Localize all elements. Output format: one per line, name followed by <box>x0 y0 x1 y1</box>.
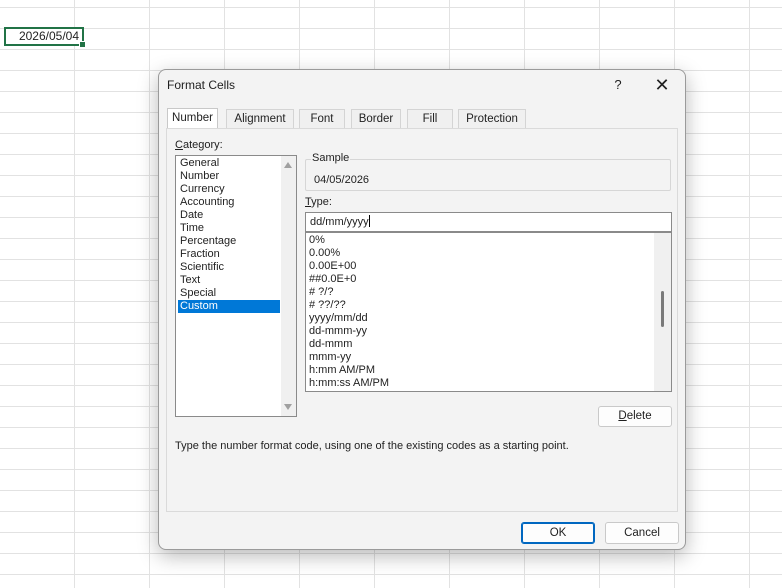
format-code-item[interactable]: ##0.0E+0 <box>309 273 356 286</box>
cancel-button[interactable]: Cancel <box>605 522 679 544</box>
category-item-date[interactable]: Date <box>178 209 280 222</box>
close-button[interactable]: ✕ <box>648 74 676 96</box>
format-code-item[interactable]: 0.00% <box>309 247 340 260</box>
category-item-number[interactable]: Number <box>178 170 280 183</box>
format-code-item[interactable]: mmm-yy <box>309 351 351 364</box>
dialog-title: Format Cells <box>167 78 236 92</box>
category-item-general[interactable]: General <box>178 157 280 170</box>
format-code-item[interactable]: h:mm:ss AM/PM <box>309 377 389 390</box>
format-cells-dialog: Format Cells ? ✕ Number Alignment Font B… <box>158 69 686 550</box>
category-item-text[interactable]: Text <box>178 274 280 287</box>
number-tab-panel: Category: General Number Currency Accoun… <box>166 128 678 512</box>
category-label: Category: <box>175 139 223 151</box>
text-caret <box>368 215 370 227</box>
format-code-item[interactable]: h:mm AM/PM <box>309 364 375 377</box>
tab-fill[interactable]: Fill <box>407 109 453 128</box>
tab-protection[interactable]: Protection <box>458 109 526 128</box>
type-input[interactable]: dd/mm/yyyy <box>305 212 672 232</box>
category-item-special[interactable]: Special <box>178 287 280 300</box>
format-code-item[interactable]: # ?/? <box>309 286 333 299</box>
ok-button[interactable]: OK <box>521 522 595 544</box>
tab-number[interactable]: Number <box>167 108 218 129</box>
tab-alignment[interactable]: Alignment <box>226 109 294 128</box>
format-code-list[interactable]: 0% 0.00% 0.00E+00 ##0.0E+0 # ?/? # ??/??… <box>305 232 672 392</box>
tab-border[interactable]: Border <box>351 109 401 128</box>
sample-label: Sample <box>311 152 351 164</box>
type-label: Type: <box>305 196 332 208</box>
category-item-percentage[interactable]: Percentage <box>178 235 280 248</box>
dialog-titlebar[interactable]: Format Cells ? ✕ <box>159 70 685 100</box>
scroll-thumb[interactable] <box>661 291 664 327</box>
scroll-up-icon[interactable] <box>284 162 292 168</box>
sample-value: 04/05/2026 <box>314 174 370 186</box>
help-button[interactable]: ? <box>605 74 631 96</box>
format-list-scrollbar[interactable] <box>654 233 671 391</box>
delete-button[interactable]: Delete <box>598 406 672 427</box>
category-item-custom[interactable]: Custom <box>178 300 280 313</box>
sample-group: Sample 04/05/2026 <box>305 152 671 191</box>
format-code-item[interactable]: 0.00E+00 <box>309 260 356 273</box>
category-item-scientific[interactable]: Scientific <box>178 261 280 274</box>
tab-font[interactable]: Font <box>299 109 345 128</box>
format-code-item[interactable]: 0% <box>309 234 325 247</box>
format-code-item[interactable]: dd-mmm-yy <box>309 325 367 338</box>
category-item-currency[interactable]: Currency <box>178 183 280 196</box>
category-scrollbar[interactable] <box>281 156 296 416</box>
category-item-accounting[interactable]: Accounting <box>178 196 280 209</box>
hint-text: Type the number format code, using one o… <box>175 440 569 452</box>
format-code-item[interactable]: # ??/?? <box>309 299 346 312</box>
category-item-fraction[interactable]: Fraction <box>178 248 280 261</box>
format-code-item[interactable]: dd-mmm <box>309 338 352 351</box>
format-code-item[interactable]: yyyy/mm/dd <box>309 312 368 325</box>
scroll-down-icon[interactable] <box>284 404 292 410</box>
category-item-time[interactable]: Time <box>178 222 280 235</box>
active-cell[interactable]: 2026/05/04 <box>4 27 86 48</box>
category-list[interactable]: General Number Currency Accounting Date … <box>175 155 297 417</box>
